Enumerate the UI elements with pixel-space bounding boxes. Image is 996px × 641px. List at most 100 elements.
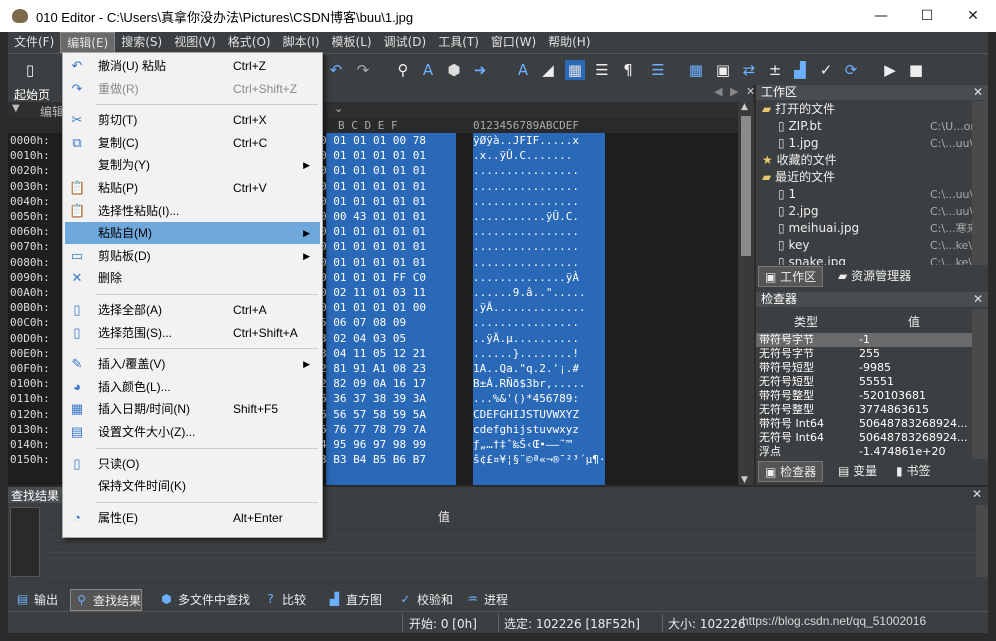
row-text[interactable]: ......9.â..".....: [473, 286, 605, 299]
row-text[interactable]: ......}........!: [473, 347, 605, 360]
menu-5[interactable]: 脚本(I): [277, 32, 326, 53]
recent-node[interactable]: ▰ 最近的文件: [762, 169, 835, 186]
tab-explorer[interactable]: ▰ 资源管理器: [832, 266, 917, 287]
tab-close-icon[interactable]: ✕: [746, 85, 755, 98]
row-hex[interactable]: 3 02 04 03 05: [320, 332, 406, 345]
edit-menu-item[interactable]: 保持文件时间(K): [65, 475, 320, 497]
tab-compare[interactable]: ? 比较: [260, 589, 306, 611]
row-hex[interactable]: 5 06 07 08 09: [320, 316, 406, 329]
inspector-scrollbar[interactable]: [972, 309, 988, 459]
row-hex[interactable]: 0 00 43 01 01 01: [320, 210, 426, 223]
stop-icon[interactable]: ■: [906, 60, 926, 80]
pilcrow-icon[interactable]: ¶: [618, 60, 638, 80]
edit-menu-item[interactable]: ◔ 属性(E) Alt+Enter: [65, 507, 320, 529]
undo-icon[interactable]: ↶: [326, 60, 346, 80]
menu-8[interactable]: 工具(T): [432, 32, 485, 53]
tab-bookmarks[interactable]: ▮ 书签: [890, 461, 936, 482]
row-text[interactable]: ...%&'()*456789:: [473, 392, 605, 405]
scrollbar-thumb[interactable]: [741, 116, 751, 256]
row-hex[interactable]: 0 01 01 01 01 01: [320, 164, 426, 177]
tree-file-item[interactable]: ▯ ZIP.btC:\U...ory\: [778, 118, 972, 135]
tab-checksum[interactable]: ✓ 校验和: [395, 589, 453, 611]
row-hex[interactable]: 2 82 09 0A 16 17: [320, 377, 426, 390]
edit-menu-item[interactable]: 粘贴自(M) ▶: [65, 222, 320, 245]
row-hex[interactable]: 6 36 37 38 39 3A: [320, 392, 426, 405]
row-text[interactable]: ÿØÿà..JFIF.....x: [473, 134, 605, 147]
row-text[interactable]: ..ÿÄ.µ..........: [473, 332, 605, 345]
goto-icon[interactable]: ➜: [470, 60, 490, 80]
tab-workspace[interactable]: ▣ 工作区: [758, 266, 824, 287]
row-text[interactable]: ..............ÿÀ: [473, 271, 605, 284]
tree-file-item[interactable]: ▯ 2.jpg C:\...uu\: [778, 203, 972, 220]
menu-7[interactable]: 调试(D): [378, 32, 433, 53]
tab-inspector[interactable]: ▣ 检查器: [758, 461, 824, 482]
edit-menu-item[interactable]: ▤ 设置文件大小(Z)...: [65, 421, 320, 443]
new-file-icon[interactable]: ▯: [20, 60, 40, 80]
menu-9[interactable]: 窗口(W): [485, 32, 542, 53]
inspector-row[interactable]: 无符号短型 55551: [756, 375, 972, 389]
tab-find-in-files[interactable]: ⬢ 多文件中查找: [156, 589, 250, 611]
row-hex[interactable]: 3 04 11 05 12 21: [320, 347, 426, 360]
columns-icon[interactable]: ☰: [592, 60, 612, 80]
tab-histogram[interactable]: ▟ 直方图: [324, 589, 382, 611]
row-hex[interactable]: 0 01 01 01 01 01: [320, 180, 426, 193]
find-scrollbar[interactable]: [976, 505, 988, 577]
row-text[interactable]: CDEFGHIJSTUVWXYZ: [473, 408, 605, 421]
open-files-node[interactable]: ▰ 打开的文件: [762, 101, 835, 118]
calculator-icon[interactable]: ▦: [686, 60, 706, 80]
edit-menu-item[interactable]: ✎ 插入/覆盖(V) ▶: [65, 353, 320, 375]
row-hex[interactable]: 0 01 01 01 01 00: [320, 301, 426, 314]
inspector-row[interactable]: 带符号整型 -520103681: [756, 389, 972, 403]
hex-scrollbar[interactable]: ▲ ▼: [738, 102, 754, 485]
template-icon[interactable]: ▣: [713, 60, 733, 80]
close-icon[interactable]: ✕: [973, 292, 983, 307]
font-icon[interactable]: A: [513, 60, 533, 80]
row-text[interactable]: .ÿÄ..............: [473, 301, 605, 314]
row-text[interactable]: ................: [473, 225, 605, 238]
tab-prev-icon[interactable]: ◀: [714, 85, 722, 98]
menu-0[interactable]: 文件(F): [8, 32, 60, 53]
inspector-row[interactable]: 无符号整型 3774863615: [756, 403, 972, 417]
inspector-row[interactable]: 带符号短型 -9985: [756, 361, 972, 375]
histogram-icon[interactable]: ▟: [790, 60, 810, 80]
row-text[interactable]: B±Á.RÑð$3br,.....: [473, 377, 605, 390]
edit-menu-item[interactable]: ▦ 插入日期/时间(N) Shift+F5: [65, 398, 320, 420]
inspector-row[interactable]: 无符号字节 255: [756, 347, 972, 361]
run-icon[interactable]: ▶: [880, 60, 900, 80]
inspector-row[interactable]: 浮点 -1.474861e+20: [756, 445, 972, 459]
close-button[interactable]: ✕: [950, 0, 996, 32]
inspector-row[interactable]: 无符号 Int64 50648783268924...: [756, 431, 972, 445]
minimize-button[interactable]: —: [858, 0, 904, 32]
collapse-icon[interactable]: ▼: [12, 103, 20, 114]
inspector-row[interactable]: 带符号字节 -1: [756, 333, 972, 347]
row-text[interactable]: .x..ÿÛ.C.......: [473, 149, 605, 162]
edit-menu-item[interactable]: 复制为(Y) ▶: [65, 154, 320, 176]
edit-menu-item[interactable]: ▯ 只读(O): [65, 453, 320, 475]
row-hex[interactable]: 0 01 01 01 FF C0: [320, 271, 426, 284]
row-text[interactable]: ................: [473, 195, 605, 208]
edit-menu-item[interactable]: ✂ 剪切(T) Ctrl+X: [65, 109, 320, 131]
row-text[interactable]: ................: [473, 180, 605, 193]
favorites-node[interactable]: ★ 收藏的文件: [762, 152, 837, 169]
row-hex[interactable]: 0 01 01 01 01 01: [320, 195, 426, 208]
redo-icon[interactable]: ↷: [353, 60, 373, 80]
maximize-button[interactable]: ☐: [904, 0, 950, 32]
edit-menu-item[interactable]: ↷ 重做(R) Ctrl+Shift+Z: [65, 78, 320, 100]
row-text[interactable]: ................: [473, 256, 605, 269]
row-text[interactable]: š¢£¤¥¦§¨©ª«¬­®¯²³´µ¶·: [473, 453, 605, 466]
row-hex[interactable]: 6 76 77 78 79 7A: [320, 423, 426, 436]
tree-file-item[interactable]: ▯ key C:\...ke\: [778, 237, 972, 254]
find-icon[interactable]: ⚲: [393, 60, 413, 80]
edit-menu-item[interactable]: ◕ 插入颜色(L)...: [65, 376, 320, 398]
row-hex[interactable]: 4 95 96 97 98 99: [320, 438, 426, 451]
menu-2[interactable]: 搜索(S): [115, 32, 168, 53]
tree-file-item[interactable]: ▯ 1.jpg C:\...uu\: [778, 135, 972, 152]
row-hex[interactable]: 3 B3 B4 B5 B6 B7: [320, 453, 426, 466]
menu-4[interactable]: 格式(O): [222, 32, 277, 53]
edit-menu-item[interactable]: ⧉ 复制(C) Ctrl+C: [65, 132, 320, 154]
row-text[interactable]: ................: [473, 316, 605, 329]
edit-menu-item[interactable]: 📋 选择性粘贴(I)...: [65, 200, 320, 222]
row-hex[interactable]: 6 56 57 58 59 5A: [320, 408, 426, 421]
tab-process[interactable]: ♒ 进程: [462, 589, 508, 611]
tree-file-item[interactable]: ▯ snake.jpg C:\...ke\: [778, 254, 972, 265]
